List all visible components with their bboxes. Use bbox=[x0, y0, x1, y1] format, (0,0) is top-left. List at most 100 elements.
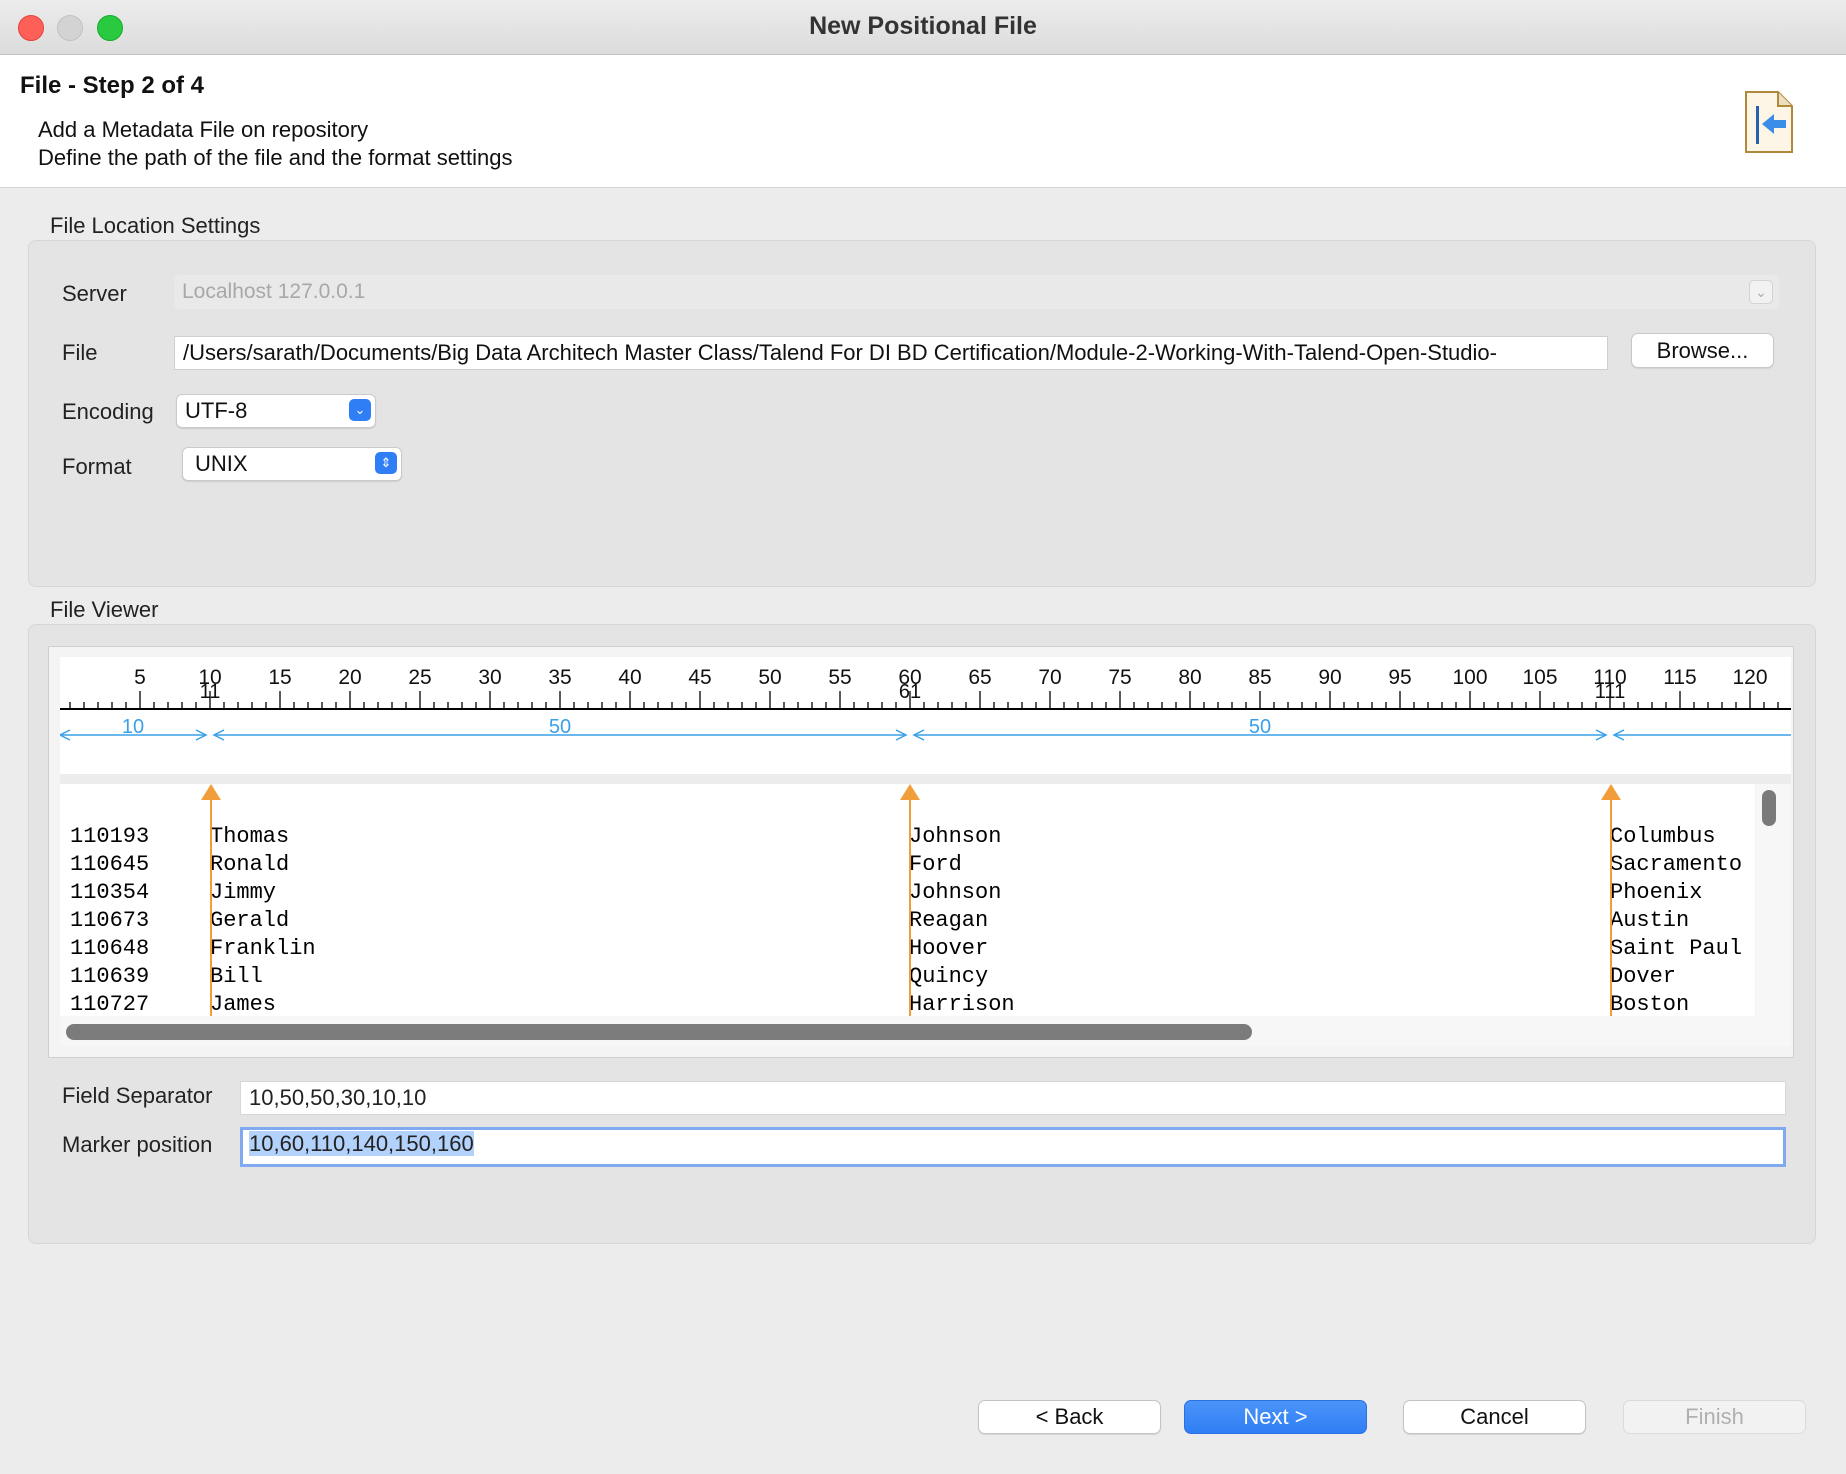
horizontal-scroll-thumb[interactable] bbox=[66, 1024, 1252, 1040]
ruler-tick-label: 105 bbox=[1522, 666, 1557, 689]
ruler-marker-label: 61 bbox=[899, 681, 921, 703]
row-cell-id: 110673 bbox=[70, 908, 150, 933]
marker-position-value: 10,60,110,140,150,160 bbox=[249, 1131, 474, 1156]
ruler-tick-label: 100 bbox=[1452, 666, 1487, 689]
marker-handle-icon[interactable] bbox=[1601, 784, 1621, 800]
updown-chevron-icon: ⇕ bbox=[375, 452, 397, 474]
ruler-tick-label: 65 bbox=[968, 666, 991, 689]
column-ruler[interactable]: 5 10 15 20 25 30 35 40 45 50 55 60 65 70 75 80 85 90 95 100… bbox=[60, 657, 1791, 774]
title-bar: New Positional File bbox=[0, 0, 1846, 55]
file-path-input[interactable]: /Users/sarath/Documents/Big Data Archite… bbox=[174, 336, 1608, 370]
row-cell-last: Ford bbox=[909, 852, 962, 877]
format-label: Format bbox=[62, 454, 132, 479]
ruler-tick-label: 50 bbox=[758, 666, 781, 689]
row-cell-first: Gerald bbox=[210, 908, 290, 933]
row-cell-last: Hoover bbox=[909, 936, 989, 961]
column-marker-line[interactable] bbox=[909, 798, 911, 1016]
row-cell-last: Johnson bbox=[909, 824, 1002, 849]
ruler-tick-label: 20 bbox=[338, 666, 361, 689]
ruler-tick-label: 55 bbox=[828, 666, 851, 689]
server-label: Server bbox=[62, 281, 127, 306]
column-marker-line[interactable] bbox=[210, 798, 212, 1016]
row-cell-id: 110639 bbox=[70, 964, 150, 989]
browse-button[interactable]: Browse... bbox=[1631, 333, 1774, 368]
ruler-tick-label: 85 bbox=[1248, 666, 1271, 689]
field-width-label: 50 bbox=[549, 716, 571, 738]
row-cell-city: Sacramento bbox=[1610, 852, 1743, 877]
window-title: New Positional File bbox=[809, 12, 1037, 40]
row-cell-first: Jimmy bbox=[210, 880, 277, 905]
row-cell-id: 110727 bbox=[70, 992, 150, 1016]
row-cell-city: Austin bbox=[1610, 908, 1690, 933]
step-description-2: Define the path of the file and the form… bbox=[38, 145, 513, 170]
row-cell-last: Johnson bbox=[909, 880, 1002, 905]
chevron-down-icon: ⌄ bbox=[349, 399, 371, 421]
row-cell-last: Harrison bbox=[909, 992, 1015, 1016]
ruler-tick-label: 40 bbox=[618, 666, 641, 689]
field-separator-input[interactable]: 10,50,50,30,10,10 bbox=[240, 1081, 1786, 1115]
ruler-marker-label: 11 bbox=[200, 681, 221, 703]
file-location-settings-label: File Location Settings bbox=[50, 213, 261, 238]
next-button[interactable]: Next > bbox=[1184, 1400, 1367, 1434]
file-viewer-label: File Viewer bbox=[50, 597, 159, 622]
row-cell-id: 110645 bbox=[70, 852, 150, 877]
wizard-header: File - Step 2 of 4 Add a Metadata File o… bbox=[0, 55, 1846, 188]
ruler-separator bbox=[60, 774, 1791, 784]
row-cell-first: Thomas bbox=[210, 824, 290, 849]
marker-position-label: Marker position bbox=[62, 1132, 213, 1157]
step-title: File - Step 2 of 4 bbox=[20, 72, 205, 99]
vertical-scroll-thumb[interactable] bbox=[1762, 790, 1776, 826]
back-button[interactable]: < Back bbox=[978, 1400, 1161, 1434]
ruler-tick-label: 90 bbox=[1318, 666, 1341, 689]
ruler-marker-label: 111 bbox=[1595, 681, 1625, 703]
server-combo: Localhost 127.0.0.1 ⌄ bbox=[174, 275, 1779, 309]
format-value: UNIX bbox=[195, 451, 248, 476]
row-cell-first: James bbox=[210, 992, 277, 1016]
marker-position-input[interactable]: 10,60,110,140,150,160 bbox=[240, 1127, 1786, 1167]
ruler-tick-label: 120 bbox=[1732, 666, 1767, 689]
marker-handle-icon[interactable] bbox=[201, 784, 221, 800]
marker-handle-icon[interactable] bbox=[900, 784, 920, 800]
ruler-tick-label: 115 bbox=[1663, 666, 1696, 689]
chevron-down-icon: ⌄ bbox=[1749, 280, 1773, 304]
row-cell-last: Reagan bbox=[909, 908, 989, 933]
ruler-tick-label: 25 bbox=[408, 666, 431, 689]
ruler-tick-label: 70 bbox=[1038, 666, 1061, 689]
row-cell-city: Saint Paul bbox=[1610, 936, 1743, 961]
row-cell-first: Ronald bbox=[210, 852, 290, 877]
cancel-button[interactable]: Cancel bbox=[1403, 1400, 1586, 1434]
step-description-1: Add a Metadata File on repository bbox=[38, 117, 369, 142]
server-value: Localhost 127.0.0.1 bbox=[182, 280, 366, 303]
file-label: File bbox=[62, 340, 98, 365]
field-separator-label: Field Separator bbox=[62, 1083, 213, 1108]
field-width-label: 10 bbox=[122, 716, 144, 738]
row-cell-first: Franklin bbox=[210, 936, 316, 961]
file-preview-area[interactable]: 110193 Thomas Johnson Columbus 110645 Ronald F… bbox=[60, 784, 1755, 1016]
ruler-tick-label: 45 bbox=[688, 666, 711, 689]
row-cell-city: Boston bbox=[1610, 992, 1690, 1016]
encoding-select[interactable]: UTF-8 ⌄ bbox=[176, 394, 376, 428]
row-cell-id: 110648 bbox=[70, 936, 150, 961]
field-width-label: 50 bbox=[1249, 716, 1271, 738]
finish-button: Finish bbox=[1623, 1400, 1806, 1434]
row-cell-city: Dover bbox=[1610, 964, 1677, 989]
row-cell-city: Columbus bbox=[1610, 824, 1716, 849]
ruler-tick-label: 30 bbox=[478, 666, 501, 689]
wizard-window: New Positional File File - Step 2 of 4 A… bbox=[0, 0, 1846, 1474]
ruler-tick-label: 80 bbox=[1178, 666, 1201, 689]
ruler-tick-label: 5 bbox=[134, 666, 146, 689]
ruler-tick-label: 75 bbox=[1108, 666, 1131, 689]
row-cell-last: Quincy bbox=[909, 964, 989, 989]
row-cell-id: 110193 bbox=[70, 824, 150, 849]
row-cell-first: Bill bbox=[210, 964, 263, 989]
row-cell-id: 110354 bbox=[70, 880, 150, 905]
column-marker-line[interactable] bbox=[1610, 798, 1612, 1016]
format-select[interactable]: UNIX ⇕ bbox=[182, 447, 402, 481]
encoding-value: UTF-8 bbox=[185, 398, 248, 423]
positional-file-wizard-icon bbox=[1745, 91, 1793, 153]
ruler-tick-label: 95 bbox=[1388, 666, 1411, 689]
row-cell-city: Phoenix bbox=[1610, 880, 1703, 905]
ruler-tick-label: 15 bbox=[268, 666, 291, 689]
ruler-tick-label: 35 bbox=[548, 666, 571, 689]
encoding-label: Encoding bbox=[62, 399, 154, 424]
